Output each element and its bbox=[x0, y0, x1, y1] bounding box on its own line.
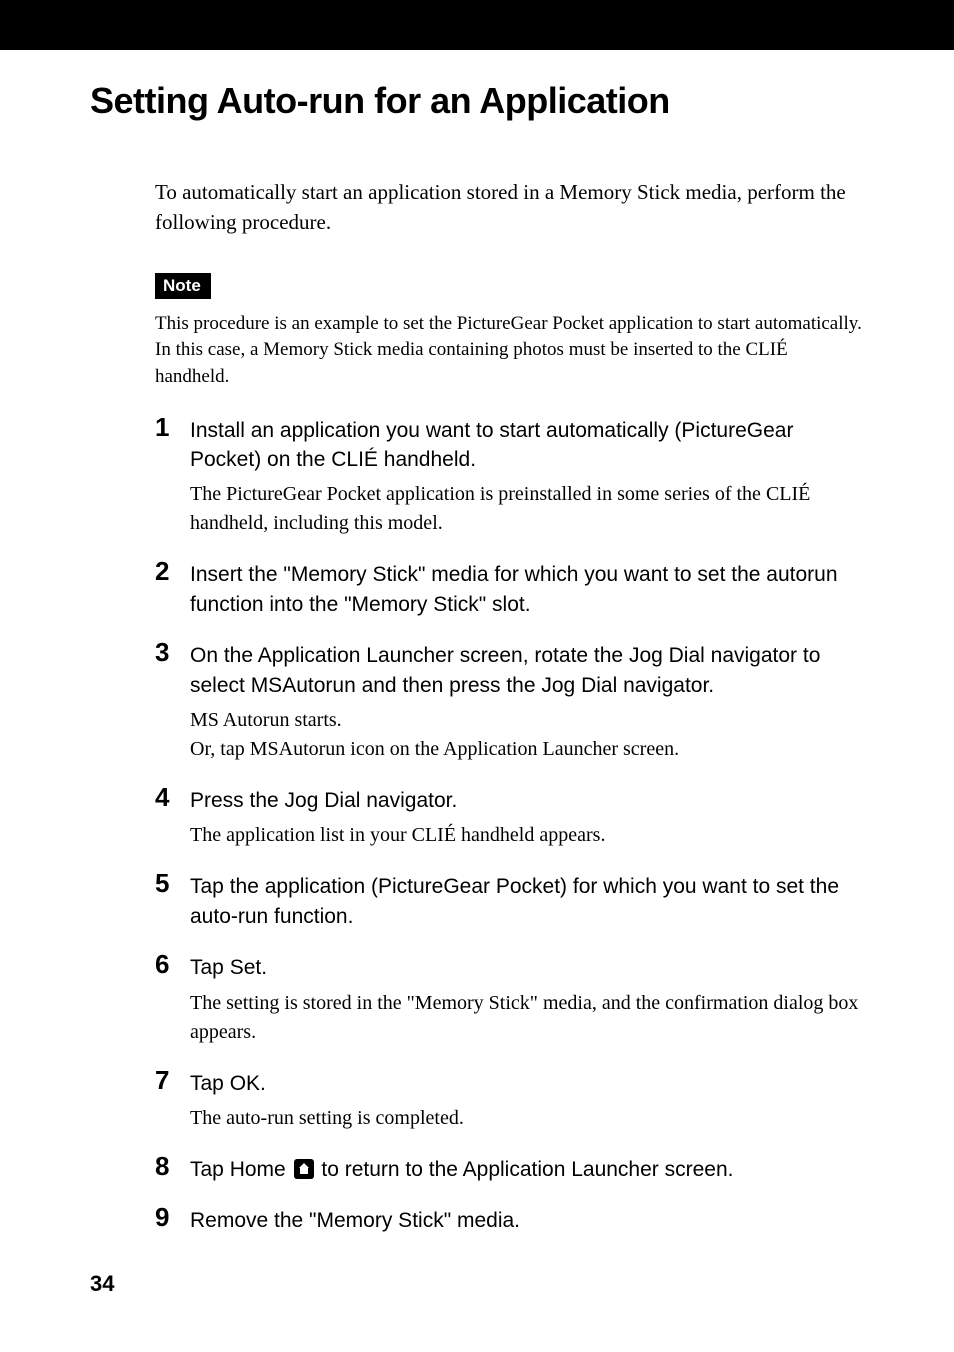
step-9: 9 Remove the "Memory Stick" media. bbox=[155, 1206, 864, 1235]
step-body: The PictureGear Pocket application is pr… bbox=[190, 480, 864, 538]
step-7: 7 Tap OK. The auto-run setting is comple… bbox=[155, 1069, 864, 1133]
content-area: Setting Auto-run for an Application To a… bbox=[0, 50, 954, 1236]
intro-paragraph: To automatically start an application st… bbox=[155, 177, 864, 238]
step-body: The setting is stored in the "Memory Sti… bbox=[190, 989, 864, 1047]
page-title: Setting Auto-run for an Application bbox=[90, 80, 864, 122]
step-title: Tap Home to return to the Application La… bbox=[190, 1155, 864, 1184]
step-5: 5 Tap the application (PictureGear Pocke… bbox=[155, 872, 864, 931]
step-title: On the Application Launcher screen, rota… bbox=[190, 641, 864, 700]
step-title: Remove the "Memory Stick" media. bbox=[190, 1206, 864, 1235]
step-body: MS Autorun starts. Or, tap MSAutorun ico… bbox=[190, 706, 864, 764]
step-number: 7 bbox=[155, 1065, 169, 1096]
step-6: 6 Tap Set. The setting is stored in the … bbox=[155, 953, 864, 1046]
step-title-pre: Tap Home bbox=[190, 1158, 292, 1181]
step-body: The auto-run setting is completed. bbox=[190, 1104, 864, 1133]
step-number: 2 bbox=[155, 556, 169, 587]
step-number: 5 bbox=[155, 868, 169, 899]
step-title-post: to return to the Application Launcher sc… bbox=[316, 1158, 734, 1181]
step-title: Press the Jog Dial navigator. bbox=[190, 786, 864, 815]
step-title: Install an application you want to start… bbox=[190, 416, 864, 475]
step-body: The application list in your CLIÉ handhe… bbox=[190, 821, 864, 850]
note-text: This procedure is an example to set the … bbox=[155, 311, 864, 391]
note-label: Note bbox=[155, 273, 211, 299]
page-number: 34 bbox=[90, 1271, 114, 1297]
step-1: 1 Install an application you want to sta… bbox=[155, 416, 864, 539]
step-number: 6 bbox=[155, 949, 169, 980]
step-number: 4 bbox=[155, 782, 169, 813]
step-number: 1 bbox=[155, 412, 169, 443]
step-title: Insert the "Memory Stick" media for whic… bbox=[190, 560, 864, 619]
step-title: Tap the application (PictureGear Pocket)… bbox=[190, 872, 864, 931]
step-number: 9 bbox=[155, 1202, 169, 1233]
step-number: 3 bbox=[155, 637, 169, 668]
step-4: 4 Press the Jog Dial navigator. The appl… bbox=[155, 786, 864, 850]
home-icon bbox=[294, 1159, 314, 1179]
step-3: 3 On the Application Launcher screen, ro… bbox=[155, 641, 864, 764]
header-bar bbox=[0, 0, 954, 50]
step-8: 8 Tap Home to return to the Application … bbox=[155, 1155, 864, 1184]
step-2: 2 Insert the "Memory Stick" media for wh… bbox=[155, 560, 864, 619]
step-title: Tap Set. bbox=[190, 953, 864, 982]
step-number: 8 bbox=[155, 1151, 169, 1182]
step-title: Tap OK. bbox=[190, 1069, 864, 1098]
